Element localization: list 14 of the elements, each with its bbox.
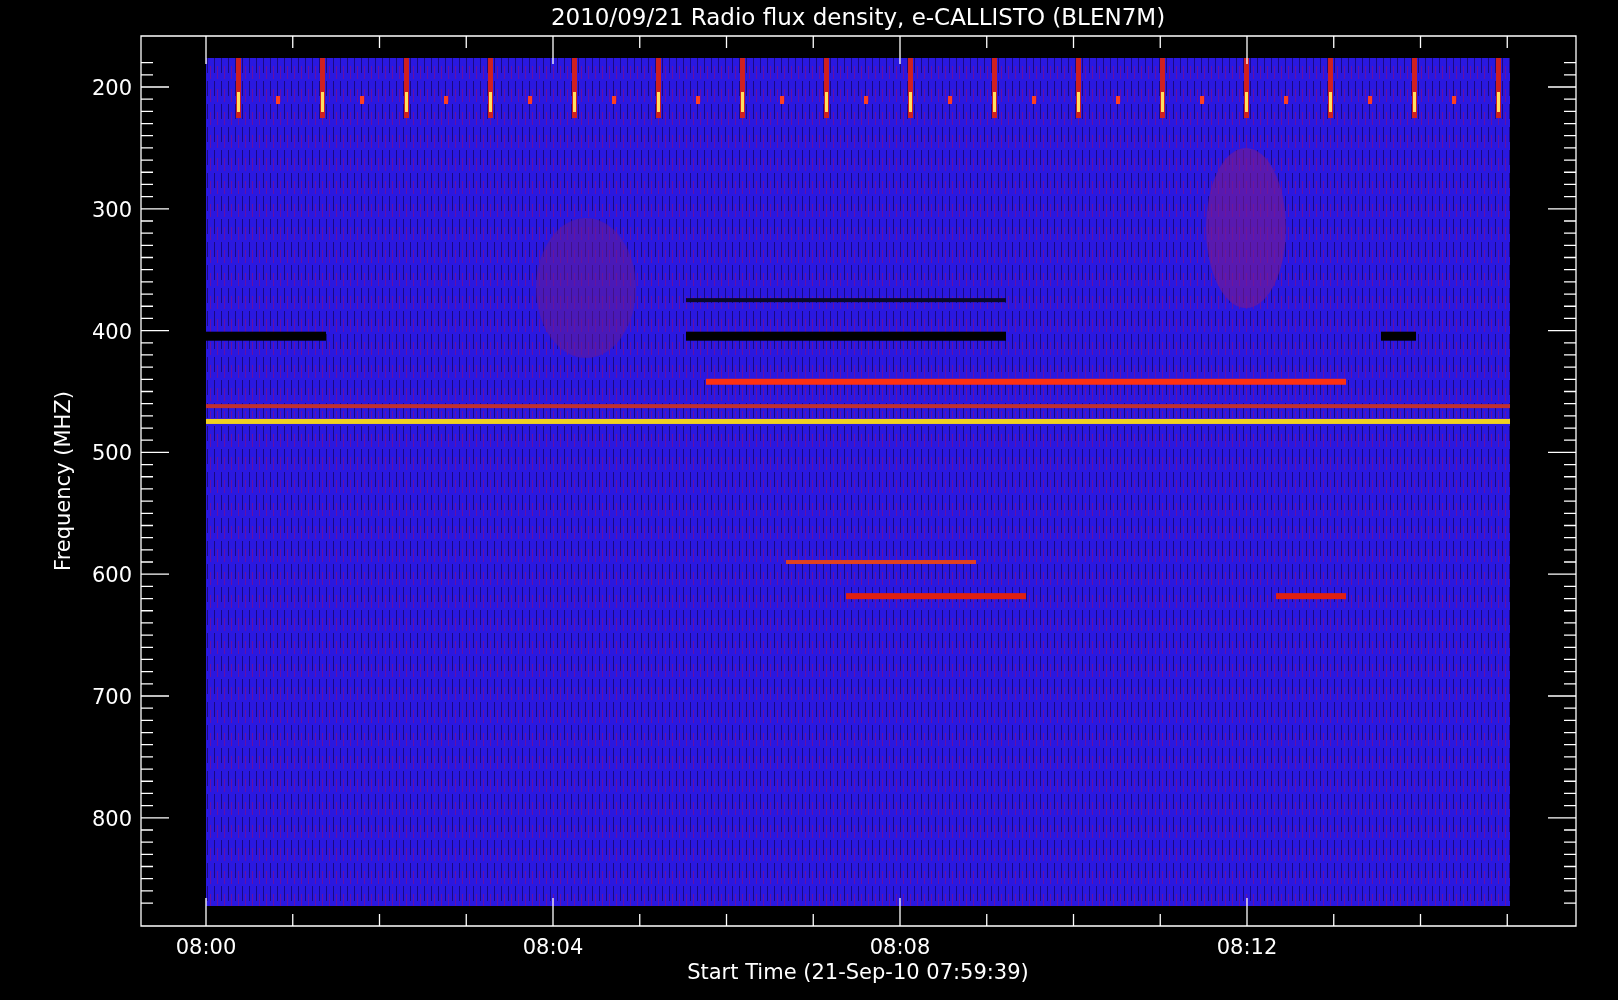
axis-tick-label: 400 [91,319,132,344]
axis-tick-label: 08:08 [869,935,931,959]
axis-tick-label: 500 [91,441,132,466]
axis-tick-label: 08:12 [1216,935,1278,959]
axis-tick-label: 600 [91,563,132,588]
plot-title: 2010/09/21 Radio flux density, e-CALLISTO (BLEN7M) [550,4,1166,30]
axis-tick-label: 800 [91,806,132,831]
axis-tick-label: 300 [91,197,132,222]
axis-title: Start Time (21-Sep-10 07:59:39) [687,960,1029,984]
axis-tick-label: 08:00 [175,935,237,959]
axis-tick-label: 08:04 [522,935,584,959]
axis-title: Frequency (MHZ) [51,391,75,571]
axis-tick-label: 700 [91,685,132,709]
axis-tick-label: 200 [91,76,132,100]
